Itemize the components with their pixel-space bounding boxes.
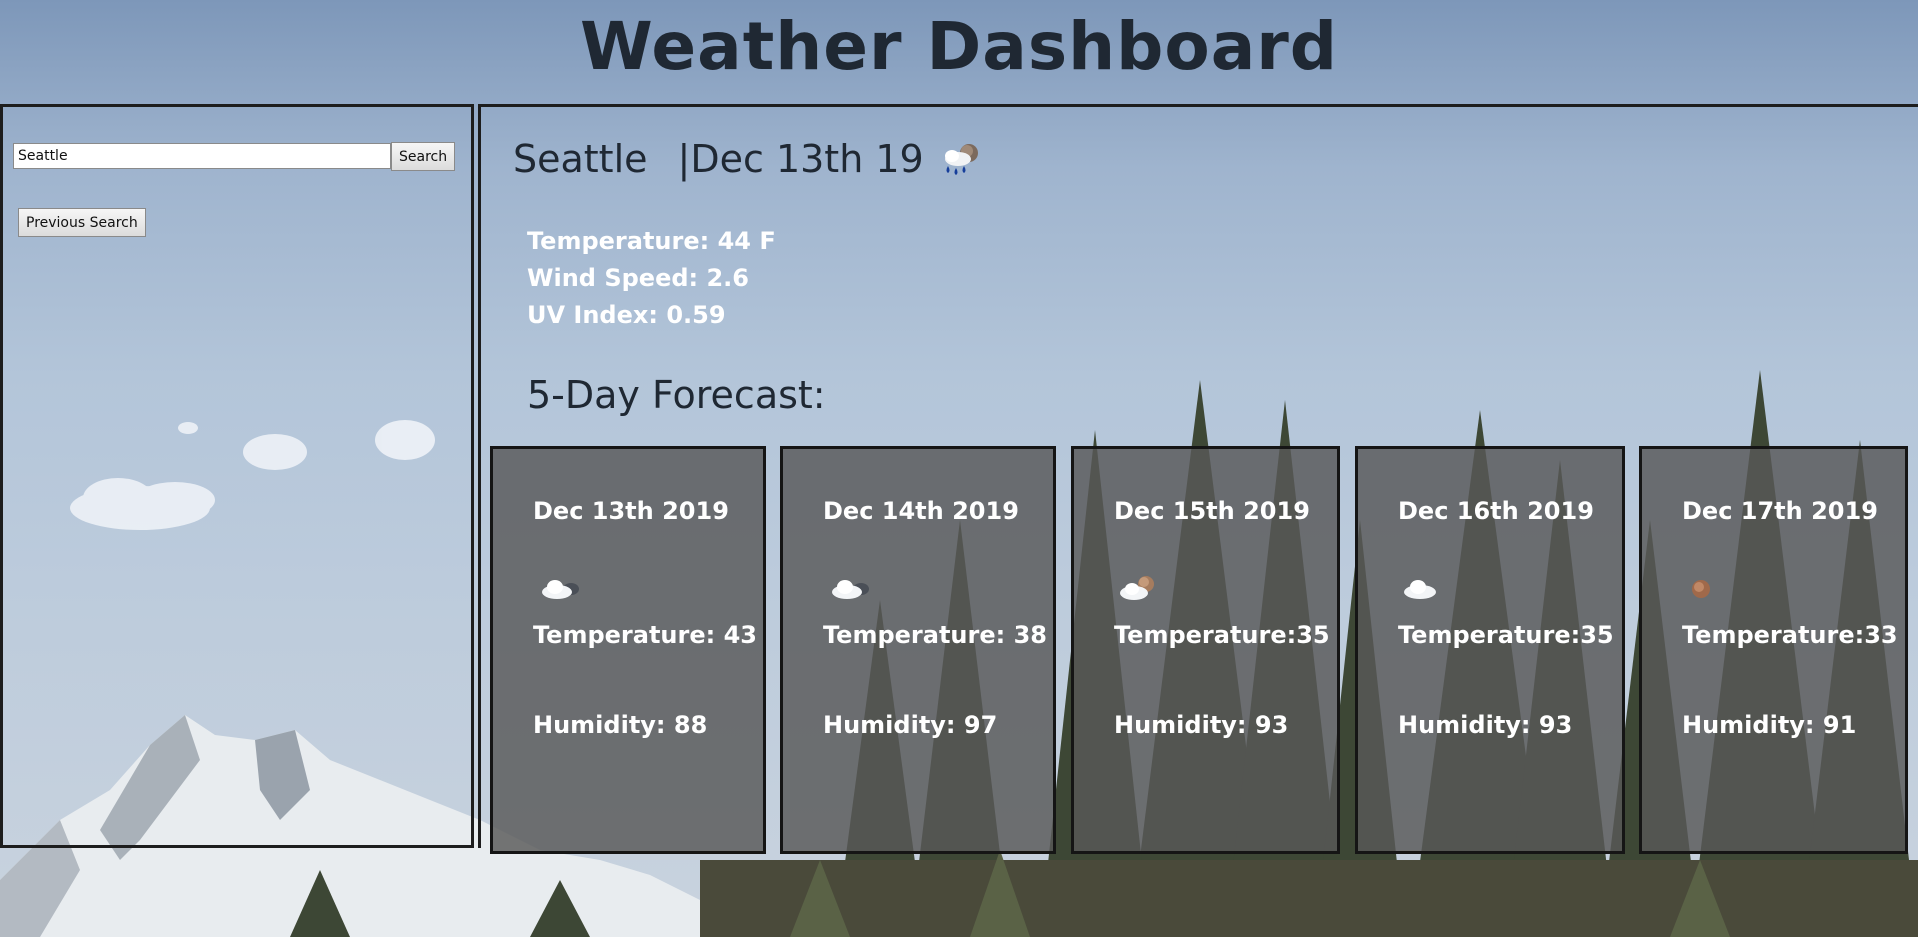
forecast-date: Dec 17th 2019 — [1682, 497, 1878, 525]
current-wind-speed: Wind Speed: 2.6 — [527, 264, 749, 292]
current-stats: Temperature: 44 F Wind Speed: 2.6 UV Ind… — [527, 223, 776, 334]
forecast-temperature: Temperature:35 — [1398, 621, 1614, 649]
forecast-temperature: Temperature: 43 — [533, 621, 757, 649]
search-row: Search — [13, 142, 456, 171]
forecast-date: Dec 16th 2019 — [1398, 497, 1594, 525]
current-temperature: Temperature: 44 F — [527, 227, 776, 255]
search-input[interactable] — [13, 143, 391, 169]
forecast-humidity: Humidity: 88 — [533, 711, 708, 739]
forecast-temperature: Temperature:35 — [1114, 621, 1330, 649]
forecast-temperature: Temperature:33 — [1682, 621, 1898, 649]
forecast-temperature: Temperature: 38 — [823, 621, 1047, 649]
forecast-card: Dec 14th 2019 Temperature: 38 Humidity: … — [780, 446, 1056, 854]
forecast-humidity: Humidity: 93 — [1114, 711, 1289, 739]
cloud-icon — [832, 580, 869, 599]
forecast-card: Dec 13th 2019 Temperature: 43 Humidity: … — [490, 446, 766, 854]
search-sidebar: Search Previous Search — [0, 104, 474, 848]
cloud-icon — [1404, 580, 1436, 599]
forecast-date: Dec 14th 2019 — [823, 497, 1019, 525]
forecast-card: Dec 16th 2019 Temperature:35 Humidity: 9… — [1355, 446, 1625, 854]
cloud-icon — [542, 580, 579, 599]
search-button[interactable]: Search — [391, 142, 456, 171]
forecast-date: Dec 13th 2019 — [533, 497, 729, 525]
forecast-humidity: Humidity: 93 — [1398, 711, 1573, 739]
cloud-moon-icon — [1120, 576, 1154, 600]
forecast-card: Dec 15th 2019 Temperature:35 Humidity: 9… — [1071, 446, 1340, 854]
previous-search-button[interactable]: Previous Search — [18, 208, 146, 237]
current-uv-index: UV Index: 0.59 — [527, 301, 726, 329]
rain-clouds-icon — [944, 144, 978, 175]
page-title: Weather Dashboard — [579, 8, 1339, 85]
current-weather-heading: Seattle |Dec 13th 19 — [513, 137, 984, 181]
moon-icon — [1692, 580, 1710, 598]
city-name: Seattle — [513, 137, 648, 181]
forecast-humidity: Humidity: 91 — [1682, 711, 1857, 739]
forecast-card: Dec 17th 2019 Temperature:33 Humidity: 9… — [1639, 446, 1908, 854]
current-date: |Dec 13th 19 — [677, 137, 924, 181]
forecast-title: 5-Day Forecast: — [527, 373, 826, 417]
forecast-date: Dec 15th 2019 — [1114, 497, 1310, 525]
forecast-humidity: Humidity: 97 — [823, 711, 998, 739]
